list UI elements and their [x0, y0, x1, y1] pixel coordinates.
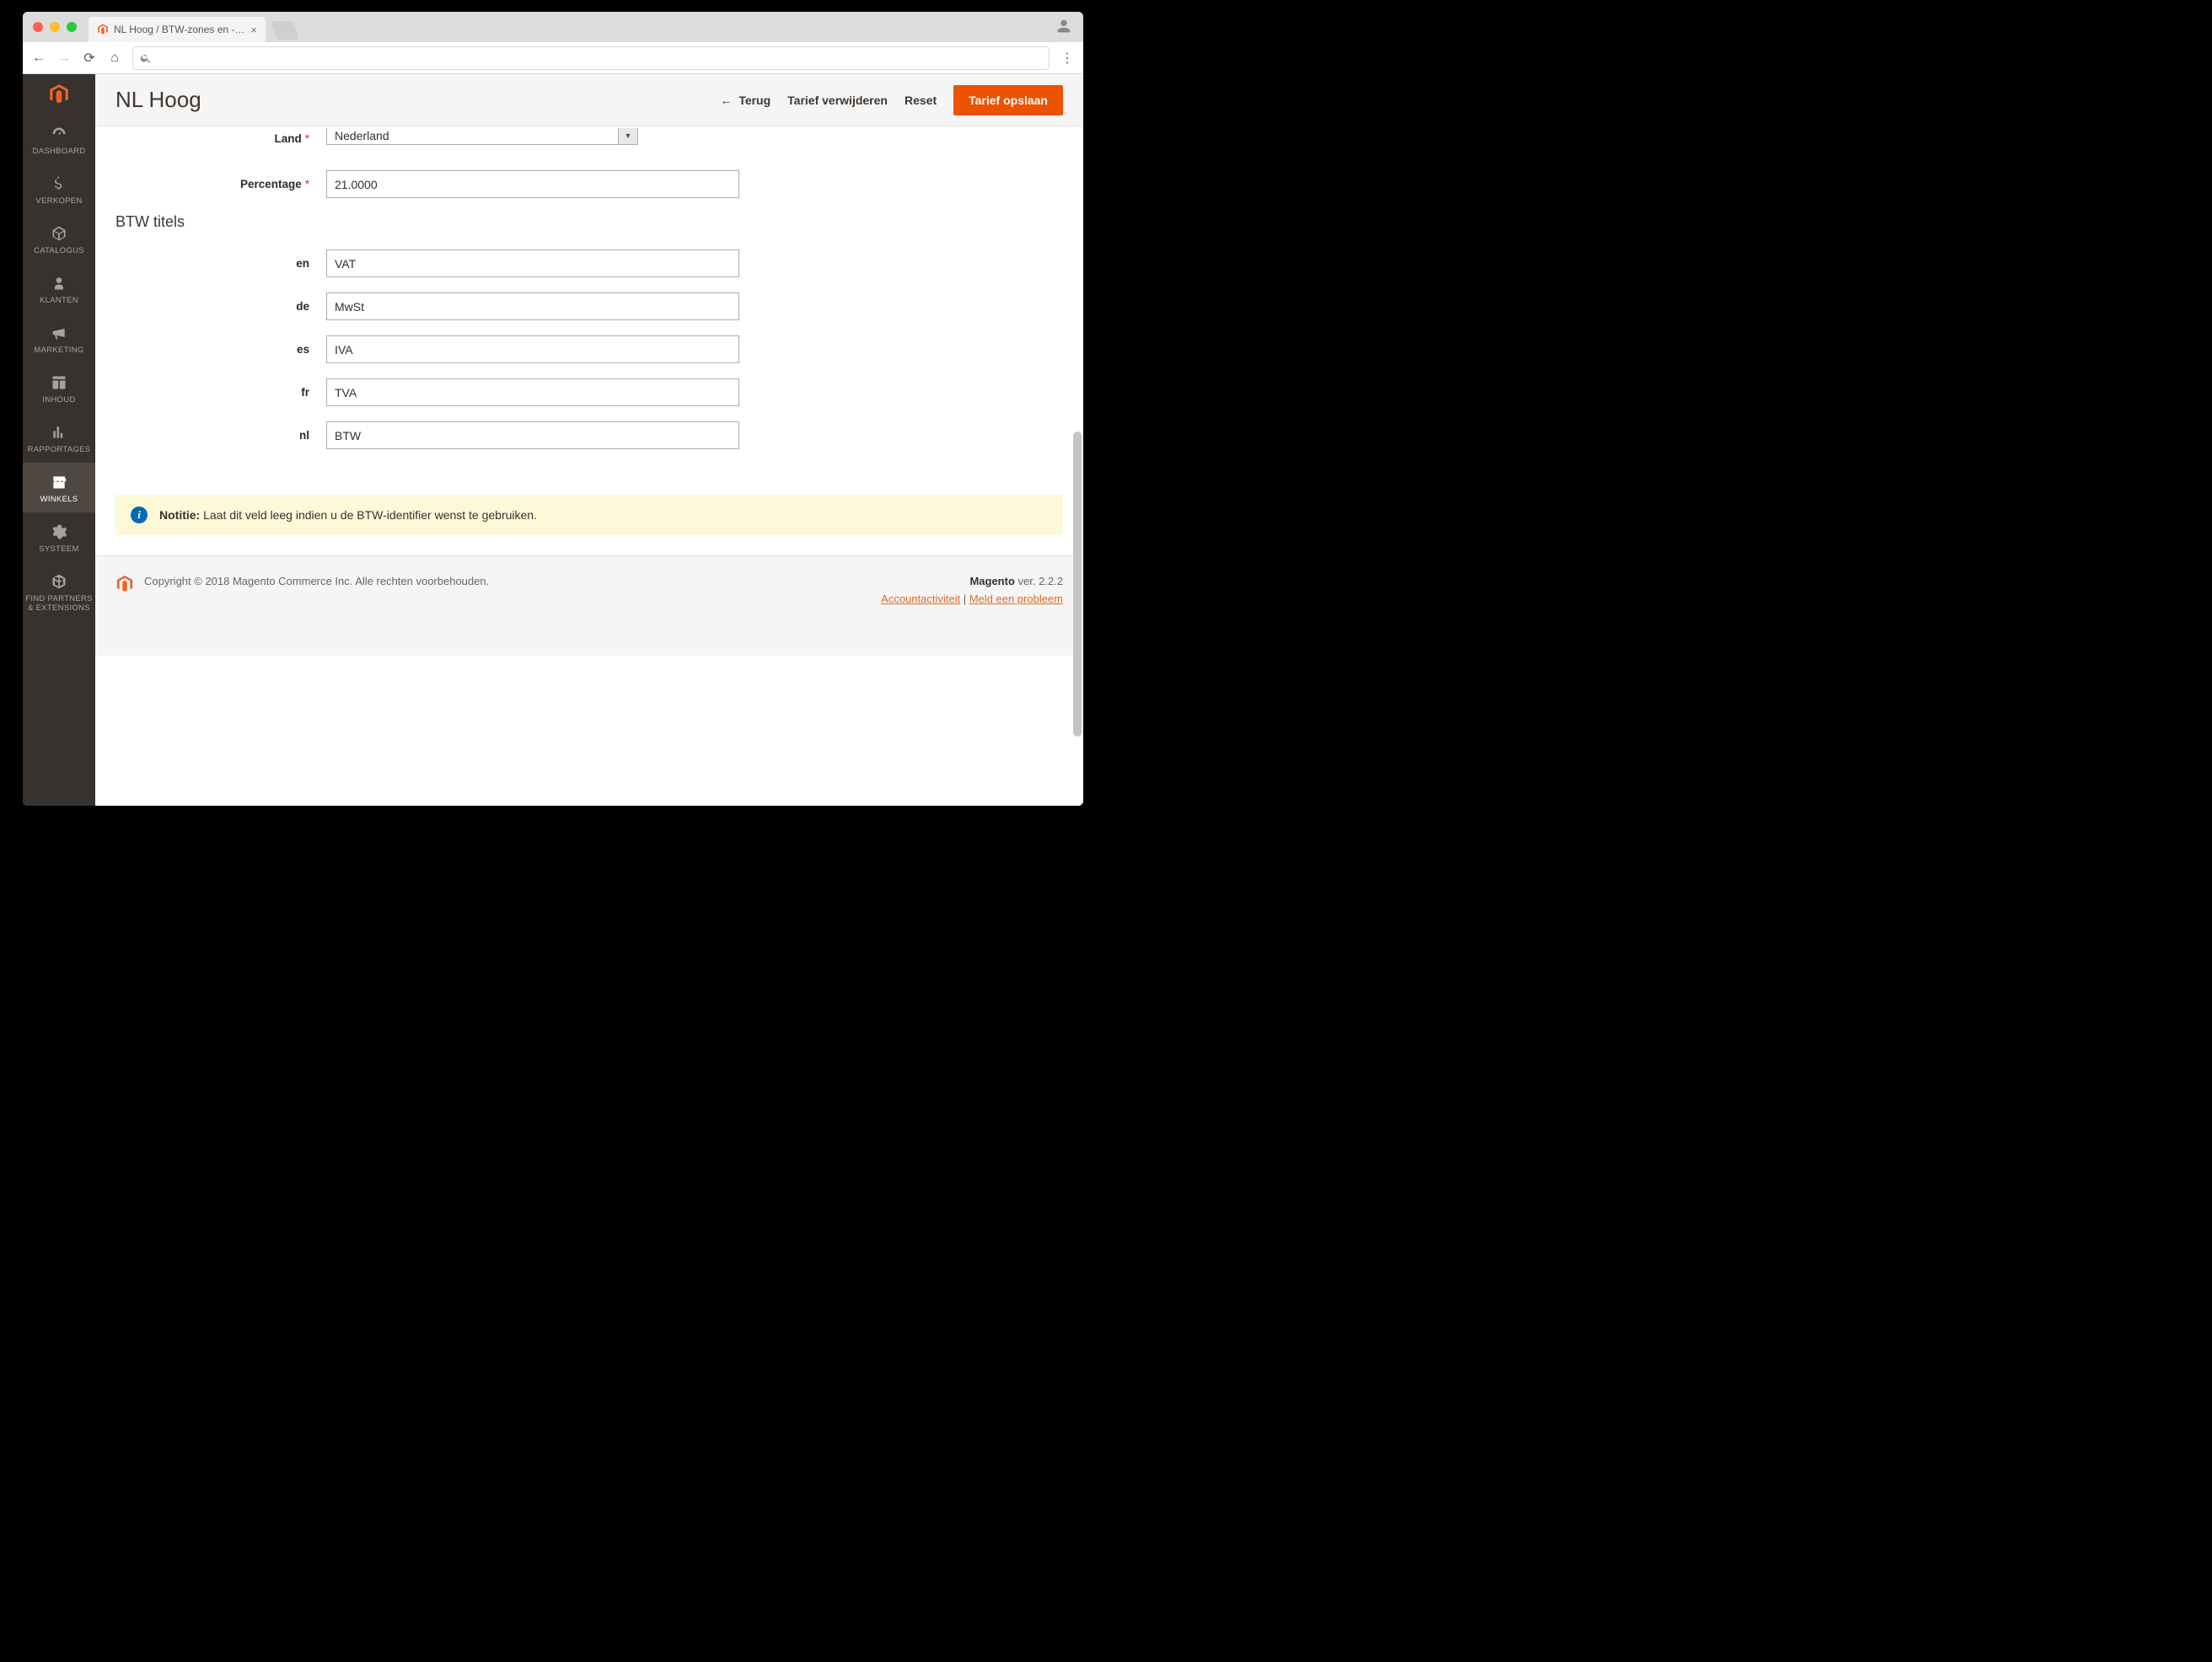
- scrollbar-thumb[interactable]: [1073, 432, 1082, 737]
- sidebar-item-label: KLANTEN: [40, 296, 78, 305]
- page-header: NL Hoog ← Terug Tarief verwijderen Reset…: [95, 74, 1083, 126]
- sidebar-item-bars[interactable]: RAPPORTAGES: [23, 413, 95, 463]
- delete-rate-button[interactable]: Tarief verwijderen: [787, 94, 888, 107]
- sidebar-item-dollar[interactable]: VERKOPEN: [23, 164, 95, 214]
- url-bar[interactable]: [132, 46, 1050, 70]
- gear-icon: [51, 523, 67, 541]
- layout-icon: [51, 373, 67, 392]
- arrow-left-icon: ←: [720, 94, 732, 107]
- search-icon: [140, 52, 152, 64]
- land-select[interactable]: Nederland ▼: [326, 128, 638, 145]
- chevron-down-icon: ▼: [619, 128, 637, 144]
- close-window-button[interactable]: [33, 22, 43, 32]
- sidebar-item-label: MARKETING: [34, 346, 83, 355]
- btw-title-input-de[interactable]: [326, 292, 739, 320]
- save-rate-button[interactable]: Tarief opslaan: [953, 85, 1063, 115]
- sidebar-item-label: RAPPORTAGES: [28, 445, 91, 454]
- store-icon: [51, 473, 67, 491]
- forward-icon: →: [56, 51, 72, 66]
- btw-title-row-es: es: [115, 335, 1063, 363]
- sidebar-item-label: FIND PARTNERS & EXTENSIONS: [24, 594, 94, 613]
- person-icon: [51, 274, 67, 292]
- profile-icon[interactable]: [1055, 17, 1073, 35]
- sidebar-item-label: SYSTEEM: [39, 544, 79, 554]
- content-area: Land* Nederland ▼ Percentage*: [95, 126, 1083, 806]
- info-icon: i: [131, 507, 148, 523]
- sidebar-item-store[interactable]: WINKELS: [23, 463, 95, 512]
- notice-box: i Notitie: Laat dit veld leeg indien u d…: [115, 495, 1063, 535]
- percentage-label: Percentage*: [115, 178, 326, 190]
- minimize-window-button[interactable]: [50, 22, 60, 32]
- copyright-text: Copyright © 2018 Magento Commerce Inc. A…: [144, 575, 489, 587]
- sidebar-item-label: VERKOPEN: [35, 196, 82, 206]
- sidebar-item-label: CATALOGUS: [34, 246, 84, 255]
- land-row: Land* Nederland ▼: [115, 128, 1063, 145]
- browser-toolbar: ← → ⟳ ⌂ ⋮: [23, 42, 1083, 74]
- magento-logo[interactable]: [23, 74, 95, 115]
- report-problem-link[interactable]: Meld een probleem: [969, 592, 1063, 605]
- cube-icon: [51, 224, 67, 243]
- btw-title-label-nl: nl: [115, 429, 326, 442]
- sidebar-item-megaphone[interactable]: MARKETING: [23, 314, 95, 363]
- sidebar-item-person[interactable]: KLANTEN: [23, 264, 95, 314]
- btw-title-input-fr[interactable]: [326, 378, 739, 406]
- magento-favicon: [97, 24, 109, 35]
- land-label: Land*: [115, 132, 326, 145]
- btw-title-row-de: de: [115, 292, 1063, 320]
- bars-icon: [51, 423, 67, 442]
- back-button[interactable]: ← Terug: [720, 94, 770, 107]
- btw-title-label-es: es: [115, 343, 326, 356]
- sidebar-item-cube[interactable]: CATALOGUS: [23, 214, 95, 264]
- land-select-value: Nederland: [327, 128, 619, 144]
- new-tab-button[interactable]: [271, 21, 299, 40]
- dashboard-icon: [51, 125, 67, 143]
- sidebar-item-layout[interactable]: INHOUD: [23, 363, 95, 413]
- btw-title-input-en[interactable]: [326, 249, 739, 277]
- maximize-window-button[interactable]: [67, 22, 77, 32]
- back-icon[interactable]: ←: [31, 51, 46, 66]
- app-container: DASHBOARD VERKOPEN CATALOGUS KLANTEN MARKETI…: [23, 74, 1083, 806]
- account-activity-link[interactable]: Accountactiviteit: [881, 592, 960, 605]
- btw-title-label-fr: fr: [115, 386, 326, 399]
- sidebar-item-label: WINKELS: [40, 495, 78, 504]
- main-panel: NL Hoog ← Terug Tarief verwijderen Reset…: [95, 74, 1083, 806]
- btw-title-label-en: en: [115, 257, 326, 270]
- btw-title-row-fr: fr: [115, 378, 1063, 406]
- sidebar-item-label: DASHBOARD: [33, 147, 86, 156]
- section-title-btw-titels: BTW titels: [115, 213, 1063, 231]
- admin-sidebar: DASHBOARD VERKOPEN CATALOGUS KLANTEN MARKETI…: [23, 74, 95, 806]
- back-button-label: Terug: [738, 94, 770, 107]
- page-title: NL Hoog: [115, 87, 703, 113]
- browser-menu-icon[interactable]: ⋮: [1060, 50, 1075, 67]
- home-icon[interactable]: ⌂: [107, 51, 122, 66]
- reload-icon[interactable]: ⟳: [82, 50, 97, 67]
- browser-tabbar: NL Hoog / BTW-zones en -tarie ×: [23, 12, 1083, 42]
- btw-title-row-en: en: [115, 249, 1063, 277]
- tab-title: NL Hoog / BTW-zones en -tarie: [114, 24, 245, 35]
- btw-title-row-nl: nl: [115, 421, 1063, 449]
- browser-tab[interactable]: NL Hoog / BTW-zones en -tarie ×: [89, 17, 266, 42]
- tab-close-icon[interactable]: ×: [250, 24, 257, 36]
- btw-title-input-es[interactable]: [326, 335, 739, 363]
- version-text: Magento ver. 2.2.2: [881, 575, 1063, 587]
- btw-title-input-nl[interactable]: [326, 421, 739, 449]
- percentage-input[interactable]: [326, 170, 739, 198]
- btw-title-label-de: de: [115, 300, 326, 313]
- magento-footer-logo: [115, 575, 134, 593]
- window-controls: [33, 22, 77, 32]
- admin-footer: Copyright © 2018 Magento Commerce Inc. A…: [95, 555, 1083, 656]
- browser-window: NL Hoog / BTW-zones en -tarie × ← → ⟳ ⌂ …: [23, 12, 1083, 806]
- sidebar-item-box[interactable]: FIND PARTNERS & EXTENSIONS: [23, 562, 95, 621]
- scrollbar[interactable]: [1073, 126, 1082, 804]
- sidebar-item-label: INHOUD: [42, 395, 75, 405]
- megaphone-icon: [51, 324, 67, 342]
- dollar-icon: [51, 174, 67, 193]
- sidebar-item-gear[interactable]: SYSTEEM: [23, 512, 95, 562]
- reset-button[interactable]: Reset: [905, 94, 937, 107]
- sidebar-item-dashboard[interactable]: DASHBOARD: [23, 115, 95, 164]
- notice-text: Notitie: Laat dit veld leeg indien u de …: [159, 508, 537, 522]
- box-icon: [51, 572, 67, 591]
- percentage-row: Percentage*: [115, 170, 1063, 198]
